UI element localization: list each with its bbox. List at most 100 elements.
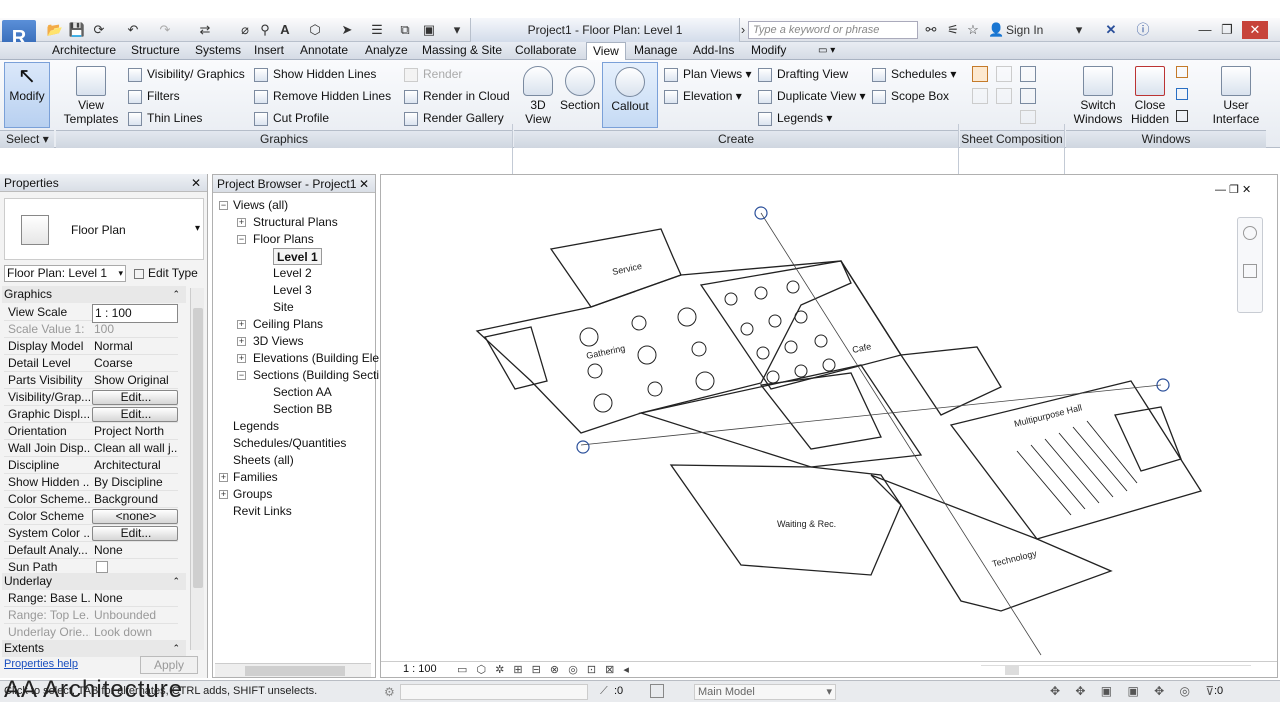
select-panel-label[interactable]: Select ▾ bbox=[0, 130, 54, 148]
property-row[interactable]: View Scale 1 : 100 bbox=[4, 304, 178, 323]
design-option-selector[interactable]: Main Model ▾ bbox=[694, 684, 836, 700]
underlay-group[interactable]: Underlay ⌃ bbox=[2, 573, 186, 590]
close-hidden-icon[interactable]: ⧉ bbox=[396, 21, 414, 39]
scope-box-button[interactable]: Scope Box bbox=[872, 86, 949, 106]
render-in-cloud-button[interactable]: Render in Cloud bbox=[404, 86, 510, 106]
ribbon-options-icon[interactable]: ▭ ▾ bbox=[812, 42, 841, 60]
view-controls-icons[interactable]: ▭ ⬡ ✲ ⊞ ⊟ ⊗ ◎ ⊡ ⊠ ◂ bbox=[457, 663, 632, 676]
scroll-thumb[interactable] bbox=[1005, 666, 1019, 675]
sheet-icon[interactable] bbox=[972, 66, 988, 82]
expand-toggle-icon[interactable]: + bbox=[237, 320, 246, 329]
chevron-down-icon[interactable]: ▾ bbox=[1074, 21, 1084, 39]
show-hidden-lines-button[interactable]: Show Hidden Lines bbox=[254, 64, 376, 84]
property-row[interactable]: Wall Join Disp... Clean all wall j... bbox=[4, 440, 178, 457]
browser-item[interactable]: 3D Views bbox=[253, 333, 303, 350]
view-templates-button[interactable]: View Templates bbox=[62, 66, 120, 126]
canvas-hscrollbar[interactable] bbox=[981, 665, 1251, 675]
type-selector[interactable]: Floor Plan ▾ bbox=[4, 198, 204, 260]
tab-architecture[interactable]: Architecture bbox=[46, 42, 122, 60]
duplicate-view-button[interactable]: Duplicate View ▾ bbox=[758, 86, 866, 106]
drawing-canvas[interactable]: — ❐ ✕ Service Gathering Cafe Multipurpos… bbox=[380, 174, 1278, 678]
selection-filter-icons[interactable]: ✥ ✥ ▣ ▣ ✥ ◎ ⊽ bbox=[1050, 684, 1220, 698]
extents-group[interactable]: Extents ⌃ bbox=[2, 640, 186, 657]
thin-lines-icon[interactable]: ☰ bbox=[368, 21, 386, 39]
section-button[interactable]: Section bbox=[560, 66, 600, 112]
property-row[interactable]: Discipline Architectural bbox=[4, 457, 178, 474]
measure-icon[interactable]: ⇄ bbox=[196, 21, 214, 39]
property-edit-button[interactable]: Edit... bbox=[92, 526, 178, 541]
tile-icon[interactable] bbox=[1176, 110, 1188, 122]
property-row[interactable]: Detail Level Coarse bbox=[4, 355, 178, 372]
sign-in-link[interactable]: Sign In bbox=[1006, 21, 1066, 39]
property-row[interactable]: Underlay Orie... Look down bbox=[4, 624, 178, 641]
property-row[interactable]: Display Model Normal bbox=[4, 338, 178, 355]
view-reference-icon[interactable] bbox=[1020, 110, 1036, 124]
tab-insert[interactable]: Insert bbox=[248, 42, 290, 60]
browser-item[interactable]: Groups bbox=[233, 486, 272, 503]
expand-toggle-icon[interactable]: − bbox=[237, 235, 246, 244]
3d-view-icon[interactable]: ⬡ bbox=[306, 21, 324, 39]
browser-item[interactable]: Ceiling Plans bbox=[253, 316, 323, 333]
workset-selector[interactable] bbox=[400, 684, 588, 700]
matchline-icon[interactable] bbox=[1020, 88, 1036, 104]
tab-annotate[interactable]: Annotate bbox=[294, 42, 354, 60]
subscription-icon[interactable]: ⚟ bbox=[944, 21, 962, 39]
sun-path-checkbox[interactable] bbox=[96, 561, 108, 573]
sync-icon[interactable]: ⟳ bbox=[90, 21, 108, 39]
tab-add-ins[interactable]: Add-Ins bbox=[687, 42, 740, 60]
close-icon[interactable]: ✕ bbox=[1242, 21, 1268, 39]
property-row[interactable]: System Color ... Edit... bbox=[4, 525, 178, 542]
expand-toggle-icon[interactable]: − bbox=[237, 371, 246, 380]
tab-manage[interactable]: Manage bbox=[628, 42, 683, 60]
browser-item[interactable]: Sheets (all) bbox=[233, 452, 294, 469]
edit-type-button[interactable]: Edit Type bbox=[130, 264, 202, 283]
elevation-button[interactable]: Elevation ▾ bbox=[664, 86, 742, 106]
titleblock-icon[interactable] bbox=[1020, 66, 1036, 82]
cut-profile-button[interactable]: Cut Profile bbox=[254, 108, 329, 128]
view-scale-label[interactable]: 1 : 100 bbox=[403, 663, 437, 675]
tab-view[interactable]: View bbox=[586, 42, 626, 60]
property-row[interactable]: Range: Base L... None bbox=[4, 590, 178, 607]
section-marker[interactable] bbox=[576, 440, 590, 454]
render-gallery-button[interactable]: Render Gallery bbox=[404, 108, 504, 128]
plan-views-button[interactable]: Plan Views ▾ bbox=[664, 64, 752, 84]
expand-toggle-icon[interactable]: + bbox=[219, 490, 228, 499]
design-options-icon[interactable] bbox=[650, 684, 664, 698]
remove-hidden-lines-button[interactable]: Remove Hidden Lines bbox=[254, 86, 391, 106]
placeholder-sheet-icon[interactable] bbox=[996, 66, 1012, 82]
property-row[interactable]: Orientation Project North bbox=[4, 423, 178, 440]
close-icon[interactable]: ✕ bbox=[359, 175, 369, 193]
property-edit-button[interactable]: <none> bbox=[92, 509, 178, 524]
property-row[interactable]: Default Analy... None bbox=[4, 542, 178, 559]
text-icon[interactable]: A bbox=[276, 21, 294, 39]
editable-icon[interactable]: ⟋ bbox=[600, 685, 608, 698]
visibility-graphics-button[interactable]: Visibility/ Graphics bbox=[128, 64, 245, 84]
browser-item[interactable]: Level 3 bbox=[273, 282, 312, 299]
properties-help-link[interactable]: Properties help bbox=[4, 658, 78, 670]
binoculars-icon[interactable]: ⚯ bbox=[922, 21, 940, 39]
user-interface-button[interactable]: User Interface bbox=[1206, 66, 1266, 126]
expand-toggle-icon[interactable]: + bbox=[219, 473, 228, 482]
minimize-icon[interactable]: — bbox=[1194, 21, 1216, 39]
browser-item[interactable]: Section AA bbox=[273, 384, 332, 401]
property-edit-button[interactable]: Edit... bbox=[92, 407, 178, 422]
instance-selector[interactable]: Floor Plan: Level 1 ▾ bbox=[4, 265, 126, 282]
legends-button[interactable]: Legends ▾ bbox=[758, 108, 832, 128]
browser-item[interactable]: Legends bbox=[233, 418, 279, 435]
expand-toggle-icon[interactable]: − bbox=[219, 201, 228, 210]
tab-systems[interactable]: Systems bbox=[189, 42, 247, 60]
browser-item[interactable]: Section BB bbox=[273, 401, 332, 418]
close-icon[interactable]: ✕ bbox=[191, 174, 201, 192]
modify-button[interactable]: ↖ Modify bbox=[4, 62, 50, 128]
expand-toggle-icon[interactable]: + bbox=[237, 337, 246, 346]
scroll-thumb[interactable] bbox=[245, 666, 345, 676]
tag-icon[interactable]: ⚲ bbox=[256, 21, 274, 39]
properties-scrollbar[interactable] bbox=[190, 288, 204, 650]
property-row[interactable]: Range: Top Le... Unbounded bbox=[4, 607, 178, 624]
tab-modify[interactable]: Modify bbox=[745, 42, 792, 60]
property-row[interactable]: Graphic Displ... Edit... bbox=[4, 406, 178, 423]
property-row[interactable]: Visibility/Grap... Edit... bbox=[4, 389, 178, 406]
schedules-button[interactable]: Schedules ▾ bbox=[872, 64, 956, 84]
browser-item[interactable]: Views (all) bbox=[233, 197, 288, 214]
property-row[interactable]: Scale Value 1: 100 bbox=[4, 321, 178, 338]
